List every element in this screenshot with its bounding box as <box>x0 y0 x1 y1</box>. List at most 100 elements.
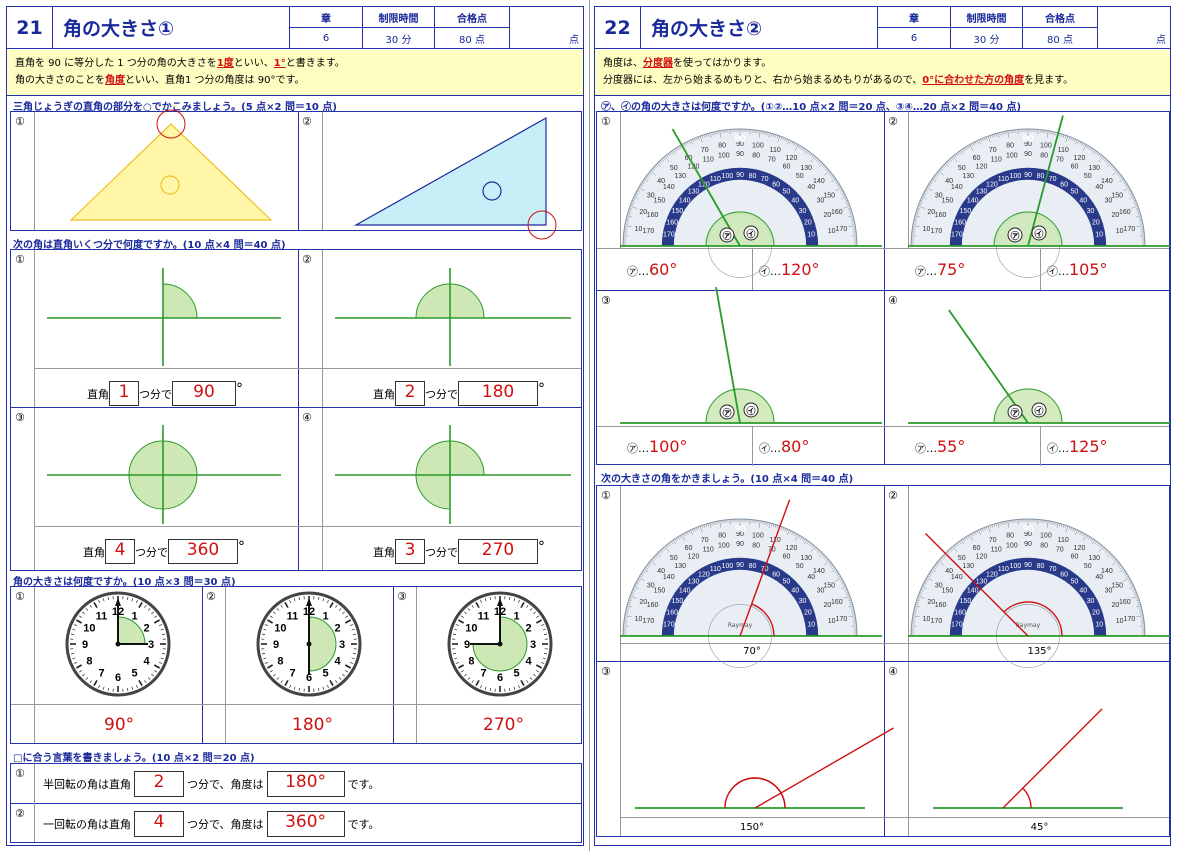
intro-text: といい、 <box>233 58 274 69</box>
question-mark: ① <box>15 767 25 780</box>
dots: … <box>1058 265 1069 278</box>
degree-box[interactable]: 90 <box>172 381 236 406</box>
scale-label: 90 <box>1024 172 1032 179</box>
label-a: ㋐ <box>1010 230 1019 242</box>
scale-label: 50 <box>1084 173 1092 180</box>
caption-1: 70° <box>743 646 761 657</box>
count-box[interactable]: 2 <box>395 381 425 406</box>
label-a: ㋐ <box>627 265 638 278</box>
scale-label: 110 <box>1058 147 1069 154</box>
scale-label: 150 <box>942 588 954 595</box>
count-box[interactable]: 4 <box>105 539 135 564</box>
scale-label: 150 <box>960 598 972 605</box>
section-1-box: ① ② ③ ④ 170 10 10 160 20 20 150 30 30 140 40 40 130 5… <box>596 111 1170 466</box>
label-a: ㋐ <box>915 442 926 455</box>
scale-label: 70 <box>1049 566 1057 573</box>
answer-row-2: 直角 2 つ分で 180 ° <box>373 381 545 406</box>
scale-label: 80 <box>752 152 760 159</box>
label-b: ㋑ <box>759 442 770 455</box>
count-box[interactable]: 1 <box>109 381 139 406</box>
scale-label: 60 <box>783 553 791 560</box>
label-b: ㋑ <box>746 228 755 240</box>
clock-number: 9 <box>82 639 88 651</box>
clock-number: 3 <box>148 639 154 651</box>
clock-number: 7 <box>289 668 295 680</box>
section-4-box: ① ② 半回転の角は直角 2 つ分で、角度は 180° です。 一回転の角は直角 4 つ分で… <box>10 763 582 843</box>
scale-label: 50 <box>783 189 791 196</box>
scale-label: 60 <box>772 181 780 188</box>
pass-value: 80 点 <box>1047 34 1073 46</box>
scale-label: 120 <box>688 553 700 560</box>
scale-label: 60 <box>772 571 780 578</box>
intro-text: を見ます。 <box>1024 75 1074 86</box>
clock-answer-3: 270° <box>483 715 524 735</box>
scale-label: 160 <box>666 609 678 616</box>
scale-label: 150 <box>672 208 684 215</box>
value: 55° <box>937 437 966 456</box>
scale-label: 80 <box>1040 152 1048 159</box>
scale-label: 140 <box>951 184 963 191</box>
scale-label: 20 <box>804 219 812 226</box>
scale-label: 50 <box>670 555 678 562</box>
scale-label: 150 <box>672 598 684 605</box>
scale-label: 100 <box>718 152 730 159</box>
page-title: 角の大きさ② <box>641 7 878 48</box>
page-divider <box>589 0 590 851</box>
degree-sign: ° <box>538 539 545 555</box>
scale-label: 100 <box>1006 542 1018 549</box>
degree-sign: ° <box>538 381 545 397</box>
scale-label: 160 <box>935 602 947 609</box>
clock-number: 6 <box>497 672 503 684</box>
pass-cell: 合格点 80 点 <box>1023 7 1098 48</box>
degree-box[interactable]: 360 <box>168 539 238 564</box>
clock-number: 9 <box>273 639 279 651</box>
answer-b-3: ㋑…80° <box>759 437 809 456</box>
scale-label: 130 <box>1088 165 1100 172</box>
clock-answer-1: 90° <box>104 715 135 735</box>
scale-label: 80 <box>1006 533 1014 540</box>
scale-label: 150 <box>960 208 972 215</box>
answer-a-2: ㋐…75° <box>915 260 965 279</box>
header: 21 角の大きさ① 章6 制限時間 30 分 合格点 80 点 点 <box>7 7 583 49</box>
count-box[interactable]: 4 <box>134 811 184 837</box>
answer-a-3: ㋐…100° <box>627 437 688 456</box>
score-field[interactable]: 点 <box>510 7 583 48</box>
chapter-cell: 章6 <box>878 7 951 48</box>
scale-label: 130 <box>962 173 974 180</box>
answer-b-4: ㋑…125° <box>1047 437 1108 456</box>
scale-label: 110 <box>710 176 721 183</box>
protractor-2: 1701010160202015030301404040130505012060… <box>910 128 1146 278</box>
angle-arc <box>728 777 786 809</box>
degree-box[interactable]: 180° <box>266 771 345 797</box>
intro-text: といい、直角1 つ分の角度は 90°です。 <box>125 75 305 86</box>
keyword: 1度 <box>216 58 234 69</box>
section-2-instruction: 次の大きさの角をかきましょう。(10 点×4 問＝40 点) <box>601 474 854 485</box>
measured-angle-4: ㋐㋑ <box>908 309 1170 424</box>
scale-label: 40 <box>791 198 799 205</box>
score-field[interactable]: 点 <box>1098 7 1170 48</box>
time-value: 30 分 <box>385 34 412 46</box>
degree-box[interactable]: 270 <box>458 539 538 564</box>
clock-number: 11 <box>96 610 108 622</box>
text: 直角 <box>373 545 395 559</box>
text: つ分で、角度は <box>187 818 264 831</box>
degree-box[interactable]: 360° <box>266 811 345 837</box>
scale-label: 160 <box>954 609 966 616</box>
scale-label: 130 <box>674 173 686 180</box>
dots: … <box>926 442 937 455</box>
drawn-angle-4 <box>933 708 1123 809</box>
text: つ分で、角度は <box>187 778 264 791</box>
text: です。 <box>347 818 380 831</box>
angle-arc <box>993 388 1063 424</box>
text: つ分で <box>425 545 458 559</box>
scale-label: 110 <box>710 566 721 573</box>
scale-label: 110 <box>991 547 1002 554</box>
scale-label: 120 <box>986 181 998 188</box>
scale-label: 160 <box>831 209 843 216</box>
scale-label: 20 <box>1111 212 1119 219</box>
scale-label: 80 <box>749 563 757 570</box>
scale-label: 160 <box>954 219 966 226</box>
degree-box[interactable]: 180 <box>458 381 538 406</box>
count-box[interactable]: 2 <box>134 771 184 797</box>
count-box[interactable]: 3 <box>395 539 425 564</box>
